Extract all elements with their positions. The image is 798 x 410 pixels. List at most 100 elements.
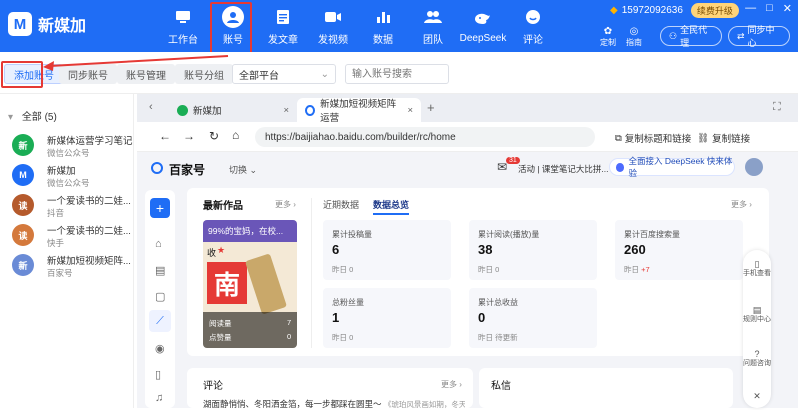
copy-link-label: 复制链接: [712, 134, 751, 145]
avatar-initial: 新: [18, 260, 28, 271]
rules-center-button[interactable]: ▤ 规则中心: [743, 306, 771, 324]
deepseek-whale-icon: [472, 8, 494, 30]
nav-post-video[interactable]: 发视频: [308, 0, 358, 52]
tab-close-button[interactable]: ×: [407, 105, 413, 116]
account-group-button[interactable]: 账号分组: [175, 64, 233, 84]
baijiahao-brand: 百家号: [169, 163, 206, 177]
work-caption: 99%的宝妈，在校...: [203, 220, 297, 242]
account-name: 一个爱读书的二娃...: [47, 196, 131, 207]
account-manage-button[interactable]: 账号管理: [117, 64, 175, 84]
browser-tab[interactable]: 新媒加 ×: [169, 98, 297, 122]
close-button[interactable]: ✕: [783, 2, 792, 15]
nav-post-article[interactable]: 发文章: [258, 0, 308, 52]
account-search-input[interactable]: [345, 64, 449, 84]
account-group-all[interactable]: ▾ 全部 (5): [8, 108, 57, 123]
tab-data-overview[interactable]: 数据总览: [373, 198, 410, 215]
baijiahao-side-rail: + ⌂ ▤ ▢ ⟋ ◉ ▯ ♫: [145, 190, 175, 408]
copy-title-link-button[interactable]: ⧉ 复制标题和链接: [615, 131, 691, 146]
work-card[interactable]: 99%的宝妈，在校... 收 ★ 南 阅读量 7 点赞量 0: [203, 220, 297, 348]
agent-button[interactable]: ⚇ 全民代理: [660, 25, 722, 48]
forward-icon[interactable]: →: [183, 129, 195, 143]
float-label: 手机查看: [743, 270, 771, 277]
chevron-left-icon[interactable]: ‹: [149, 101, 153, 113]
deepseek-banner[interactable]: 全面接入 DeepSeek 快来体验: [609, 156, 735, 178]
copy-link-button[interactable]: ⛓ 复制链接: [697, 131, 751, 146]
guide-label: 指南: [626, 38, 642, 47]
tab-recent-data[interactable]: 近期数据: [323, 198, 359, 211]
agent-icon: ⚇: [669, 30, 678, 41]
comments-panel: 评论 更多 › 湖面静悄悄、冬阳洒金箔，每一步都踩在圆里～ 《琥珀风景画如期，冬…: [187, 368, 473, 410]
more-label: 更多: [731, 200, 747, 209]
nav-deepseek[interactable]: DeepSeek: [458, 0, 508, 52]
user-avatar[interactable]: [745, 158, 763, 176]
work-tag: 收: [207, 248, 217, 258]
account-platform: 快手: [47, 238, 65, 248]
minimize-button[interactable]: —: [745, 2, 756, 15]
back-icon[interactable]: ←: [159, 129, 171, 143]
float-label: 问题咨询: [743, 360, 771, 367]
latest-more-link[interactable]: 更多 ›: [275, 199, 296, 210]
avatar: 读: [12, 194, 34, 216]
gear-icon: ✿: [603, 26, 613, 37]
stat-label: 总粉丝量: [332, 298, 364, 307]
stat-sub: 昨日 待更新: [478, 333, 518, 342]
book-icon[interactable]: ▯: [155, 368, 161, 381]
reload-icon[interactable]: ↻: [209, 129, 219, 143]
tab-title: 新媒加: [193, 106, 222, 117]
comment-item[interactable]: 湖面静悄悄、冬阳洒金箔，每一步都踩在圆里～ 《琥珀风景画如期，冬天...: [203, 398, 465, 410]
home-icon[interactable]: ⌂: [155, 238, 162, 250]
stat-value: 6: [332, 242, 340, 257]
browser-tab-active[interactable]: 新媒加短视频矩阵运营 ×: [297, 98, 421, 124]
chevron-down-icon: ▾: [8, 112, 14, 123]
maximize-button[interactable]: □: [766, 2, 773, 15]
account-item[interactable]: 新 新媒加短视频矩阵... 百家号: [12, 250, 134, 280]
app-logo[interactable]: M 新媒加: [8, 12, 86, 36]
nav-workbench[interactable]: 工作台: [158, 0, 208, 52]
nav-accounts[interactable]: 账号: [208, 0, 258, 54]
mobile-view-button[interactable]: ▯ 手机查看: [743, 260, 771, 278]
account-item[interactable]: 读 一个爱读书的二娃... 抖音: [12, 190, 134, 220]
create-button[interactable]: +: [150, 198, 170, 218]
account-platform: 微信公众号: [47, 148, 90, 158]
home-icon[interactable]: ⌂: [232, 128, 239, 142]
user-phone[interactable]: ◆ 15972092636 续费升级: [610, 3, 739, 18]
overview-more-link[interactable]: 更多 ›: [731, 199, 752, 210]
nav-data[interactable]: 数据: [358, 0, 408, 52]
stat-sub: 昨日 0: [332, 333, 354, 342]
account-item[interactable]: 新 新媒体运营学习笔记 微信公众号: [12, 130, 134, 160]
data-icon[interactable]: ⟋: [149, 310, 171, 332]
latest-works-title: 最新作品: [203, 201, 243, 212]
platform-select[interactable]: 全部平台 ⌄: [232, 64, 336, 84]
account-item[interactable]: M 新媒加 微信公众号: [12, 160, 134, 190]
nav-label: 数据: [373, 35, 393, 46]
guide-button[interactable]: ◎ 指南: [626, 26, 642, 48]
nav-team[interactable]: 团队: [408, 0, 458, 52]
main-nav: 工作台 账号 发文章 发视频 数据 团队 DeepSeek 评论: [158, 0, 558, 54]
switch-button[interactable]: 切换 ⌄: [229, 163, 257, 176]
new-tab-button[interactable]: +: [427, 100, 435, 115]
agent-label: 全民代理: [680, 25, 708, 48]
account-item[interactable]: 读 一个爱读书的二娃... 快手: [12, 220, 134, 250]
work-thumbnail-art: 南: [207, 262, 247, 304]
comments-more-link[interactable]: 更多 ›: [441, 379, 462, 390]
custom-button[interactable]: ✿ 定制: [600, 26, 616, 48]
nav-label: 账号: [223, 35, 243, 46]
comment-icon[interactable]: ▢: [155, 290, 165, 303]
chevron-down-icon: ⌄: [320, 68, 329, 80]
question-consult-button[interactable]: ? 问题咨询: [743, 350, 771, 368]
floating-helper-bar: ▯ 手机查看 ▤ 规则中心 ? 问题咨询 ✕: [743, 250, 771, 408]
headset-icon[interactable]: ♫: [155, 392, 163, 404]
activity-banner[interactable]: 活动 | 课堂笔记大比拼...: [518, 163, 609, 175]
tab-close-button[interactable]: ×: [283, 105, 289, 116]
stat-sub-label: 昨日: [624, 265, 639, 274]
nav-comments[interactable]: 评论: [508, 0, 558, 52]
messages-title: 私信: [491, 381, 511, 392]
content-icon[interactable]: ▤: [155, 264, 165, 277]
sync-account-button[interactable]: 同步账号: [59, 64, 117, 84]
sync-center-button[interactable]: ⇄ 同步中心: [728, 25, 790, 48]
url-field[interactable]: https://baijiahao.baidu.com/builder/rc/h…: [255, 127, 595, 147]
upgrade-button[interactable]: 续费升级: [690, 3, 739, 18]
fullscreen-button[interactable]: ⛶: [773, 101, 781, 114]
float-close-button[interactable]: ✕: [743, 392, 771, 401]
revenue-icon[interactable]: ◉: [155, 342, 165, 355]
